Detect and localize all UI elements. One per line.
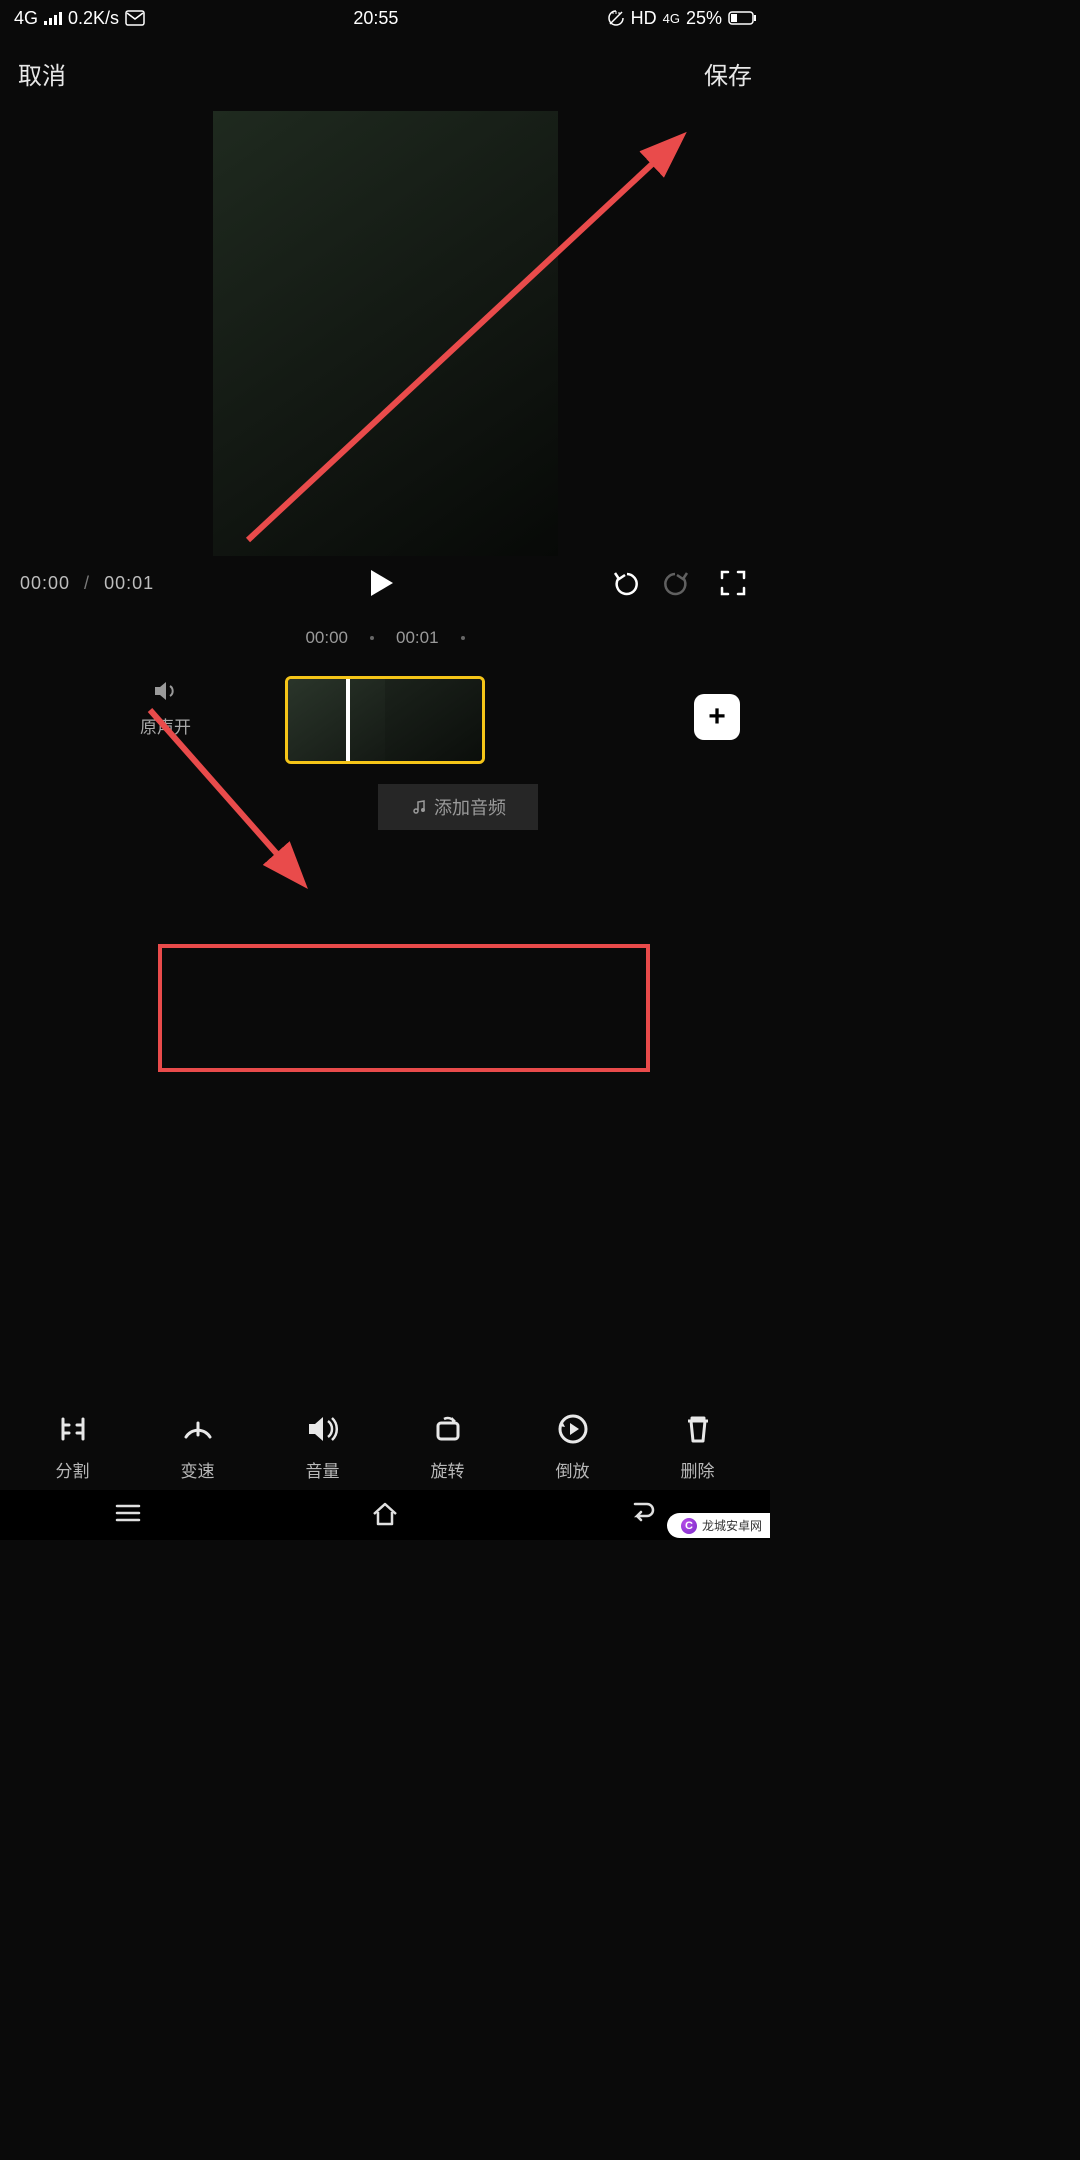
save-button[interactable]: 保存 (704, 56, 752, 91)
reverse-tool[interactable]: 倒放 (555, 1411, 591, 1482)
original-sound-label: 原声开 (140, 713, 191, 738)
add-audio-button[interactable]: 添加音频 (378, 784, 538, 830)
volume-icon (153, 680, 179, 702)
tool-label: 倒放 (556, 1457, 590, 1482)
annotation-highlight-box (158, 944, 650, 1072)
home-icon (368, 1496, 402, 1530)
back-nav-button[interactable] (625, 1496, 659, 1535)
trash-icon (680, 1411, 716, 1447)
original-sound-toggle[interactable]: 原声开 (140, 680, 191, 738)
watermark: C 龙城安卓网 (667, 1513, 770, 1538)
current-time: 00:00 (20, 573, 70, 594)
video-preview-area (0, 101, 770, 556)
battery-icon (728, 11, 756, 25)
ruler-mark-0: 00:00 (305, 628, 348, 648)
menu-nav-button[interactable] (111, 1496, 145, 1535)
clip-thumb (288, 679, 385, 761)
tools-row: 分割 变速 音量 旋转 倒放 删除 (0, 1411, 770, 1482)
redo-button[interactable] (658, 566, 692, 600)
battery-pct: 25% (686, 8, 722, 29)
tool-label: 音量 (306, 1457, 340, 1482)
watermark-logo: C (681, 1518, 697, 1534)
back-icon (625, 1496, 659, 1530)
music-icon (410, 799, 426, 815)
tool-label: 变速 (181, 1457, 215, 1482)
playback-controls: 00:00 / 00:01 (0, 556, 770, 600)
reverse-icon (555, 1411, 591, 1447)
net2-indicator: 4G (663, 11, 680, 26)
mute-icon (607, 9, 625, 27)
tool-label: 旋转 (431, 1457, 465, 1482)
timeline[interactable]: 原声开 + (0, 670, 770, 770)
split-icon (55, 1411, 91, 1447)
delete-tool[interactable]: 删除 (680, 1411, 716, 1482)
play-button[interactable] (365, 566, 399, 600)
undo-button[interactable] (610, 566, 644, 600)
topbar: 取消 保存 (0, 36, 770, 101)
video-clip[interactable] (285, 676, 485, 764)
menu-icon (111, 1496, 145, 1530)
add-audio-label: 添加音频 (434, 794, 506, 820)
system-nav-bar (0, 1490, 770, 1540)
clock: 20:55 (353, 8, 398, 29)
video-preview[interactable] (213, 111, 558, 556)
watermark-text: 龙城安卓网 (702, 1517, 762, 1534)
add-clip-button[interactable]: + (694, 694, 740, 740)
status-bar: 4G 0.2K/s 20:55 HD 4G 25% (0, 0, 770, 36)
speed-tool[interactable]: 变速 (180, 1411, 216, 1482)
total-time: 00:01 (104, 573, 154, 594)
ruler-dot (461, 636, 465, 640)
clip-thumb (385, 679, 482, 761)
network-indicator: 4G (14, 8, 38, 29)
rotate-icon (430, 1411, 466, 1447)
plus-icon: + (708, 700, 726, 734)
mail-icon (125, 10, 145, 26)
tool-label: 删除 (681, 1457, 715, 1482)
time-ruler: 00:00 00:01 (0, 628, 770, 648)
ruler-mark-1: 00:01 (396, 628, 439, 648)
cancel-button[interactable]: 取消 (18, 56, 66, 91)
speed-indicator: 0.2K/s (68, 8, 119, 29)
rotate-tool[interactable]: 旋转 (430, 1411, 466, 1482)
volume-tool[interactable]: 音量 (305, 1411, 341, 1482)
ruler-dot (370, 636, 374, 640)
signal-icon (44, 11, 62, 25)
time-separator: / (84, 573, 90, 594)
fullscreen-button[interactable] (716, 566, 750, 600)
split-tool[interactable]: 分割 (55, 1411, 91, 1482)
playhead[interactable] (346, 676, 350, 764)
volume-tool-icon (305, 1411, 341, 1447)
hd-indicator: HD (631, 8, 657, 29)
home-nav-button[interactable] (368, 1496, 402, 1535)
speed-icon (180, 1411, 216, 1447)
tool-label: 分割 (56, 1457, 90, 1482)
